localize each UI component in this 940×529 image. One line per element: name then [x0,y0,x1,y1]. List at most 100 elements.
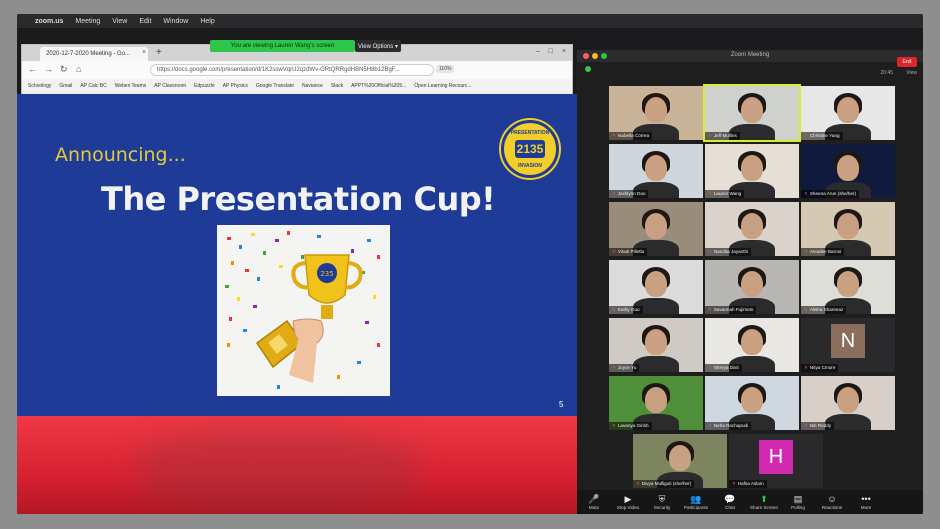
participant-tile[interactable]: ✕ Christine Yang [801,86,895,140]
muted-mic-icon: ✕ [708,249,712,254]
back-icon[interactable]: ← [28,64,37,74]
bookmark-item[interactable]: AP Classroom [154,83,186,89]
bookmark-item[interactable]: Open Learning Recourc... [414,83,471,89]
bookmark-item[interactable]: Slack [331,83,343,89]
bookmark-item[interactable]: Google Translate [256,83,294,89]
muted-mic-icon: ✕ [612,133,616,138]
bookmark-item[interactable]: Schoology [28,83,51,89]
participant-head [645,387,667,413]
participant-name-text: Savannah Fujimoto [713,307,754,312]
stop-video-label: Stop Video [616,504,640,510]
trophy-illustration: 235 [225,231,380,389]
browser-tab[interactable]: 2020-12-7-2020 Meeting - Go... [40,47,148,61]
participant-name-text: Hafsa Aslam [737,481,764,486]
participant-tile[interactable]: ✕ Divya Mulliguti (she/her) [633,434,727,488]
participant-tile[interactable]: ✕ Neha Rachapudi [705,376,799,430]
bookmark-item[interactable]: AP Calc BC [80,83,106,89]
participant-name-text: Nandita Jayanthi [713,249,749,254]
logo-center-text: 2135 [515,140,545,158]
muted-mic-icon: ✕ [708,423,712,428]
participant-head [669,445,691,471]
participant-tile[interactable]: ✕ Alisha Shareeaz [801,260,895,314]
reactions-button[interactable]: ☺ Reactions [815,494,849,511]
new-tab-icon[interactable]: + [156,47,162,58]
end-meeting-button[interactable]: End [897,57,917,67]
participant-head [741,155,763,181]
maximize-icon[interactable]: □ [549,48,553,55]
participant-tile[interactable]: ✕ Lauren Wang [705,144,799,198]
reload-icon[interactable]: ↻ [60,64,68,75]
forward-icon[interactable]: → [44,64,53,74]
participant-tile[interactable]: ✕ Joyce Yu [609,318,703,372]
polling-label: Polling [791,504,805,510]
menu-edit[interactable]: Edit [139,18,151,25]
zoom-meeting-window: Zoom Meeting 20:45 View ✕ Isabella Correa… [577,50,923,514]
reactions-icon: ☺ [827,493,837,504]
share-screen-button[interactable]: ⬆ Share Screen [747,494,781,511]
muted-mic-icon: ✕ [636,481,640,486]
participant-tile[interactable]: H ✕ Hafsa Aslam [729,434,823,488]
participant-tile[interactable]: ✕ Niti Reddy [801,376,895,430]
bookmark-item[interactable]: Gmail [59,83,72,89]
participant-name-label: ✕ Savannah Fujimoto [705,306,757,314]
tab-close-icon[interactable]: × [142,49,146,56]
bookmark-item[interactable]: APPT%20Official%205... [351,83,406,89]
svg-text:235: 235 [320,270,333,278]
stop-video-button[interactable]: ▶ Stop Video [611,494,645,511]
home-icon[interactable]: ⌂ [76,64,81,74]
mute-button[interactable]: 🎤 Mute [577,494,611,511]
muted-mic-icon: ✕ [804,365,808,370]
muted-mic-icon: ✕ [612,423,616,428]
menu-window[interactable]: Window [163,18,188,25]
participant-tile[interactable]: ✕ Isabella Correa [609,86,703,140]
participant-tile[interactable]: ✕ Savannah Fujimoto [705,260,799,314]
participant-tile[interactable]: N ✕ Nitya Cmore [801,318,895,372]
muted-mic-icon: ✕ [804,423,808,428]
participant-tile[interactable]: ✕ Kathy Guo [609,260,703,314]
participant-head [741,387,763,413]
bookmarks-bar: Schoology Gmail AP Calc BC Webex Teams A… [22,79,572,93]
security-button[interactable]: ⛨ Security [645,494,679,511]
chat-button[interactable]: 💬 Chat [713,494,747,511]
bookmark-item[interactable]: Edpuzzle [194,83,215,89]
participant-tile[interactable]: ✕ Vinati Pilletla [609,202,703,256]
participant-name-label: ✕ Alisha Shareeaz [801,306,847,314]
participant-initial-avatar: N [831,324,865,358]
participant-name-label: ✕ Isabella Correa [609,132,653,140]
menu-app-name[interactable]: zoom.us [35,18,63,25]
encryption-shield-icon[interactable] [585,66,591,72]
participant-name-text: Jeff Mullins [713,133,737,138]
zoom-level[interactable]: 110% [436,65,455,73]
view-options-button[interactable]: View Options ▾ [355,40,401,52]
participant-tile[interactable]: ✕ Annalee Barosi [801,202,895,256]
participant-tile[interactable]: ✕ Sheena Arun (she/her) [801,144,895,198]
participant-tile[interactable]: ✕ Nandita Jayanthi [705,202,799,256]
participant-tile[interactable]: ✕ Jeff Mullins [703,84,801,142]
gallery-view-button[interactable]: View [906,70,917,76]
menu-view[interactable]: View [112,18,127,25]
more-button[interactable]: ••• More [849,494,883,511]
bookmark-item[interactable]: AP Physics [223,83,248,89]
close-icon[interactable]: × [562,48,566,55]
zoom-window-title: Zoom Meeting [730,52,770,58]
zoom-control-bar: 🎤 Mute ▶ Stop Video ⛨ Security 👥 Participants 💬 C… [577,490,923,514]
menu-help[interactable]: Help [200,18,214,25]
participants-button[interactable]: 👥 Participants [679,494,713,511]
more-label: More [860,504,872,510]
minimize-icon[interactable]: – [536,48,540,55]
participant-tile[interactable]: ✕ Jacklynn Dao [609,144,703,198]
participant-head [741,271,763,297]
polling-button[interactable]: ▤ Polling [781,494,815,511]
participant-name-label: ✕ Joyce Yu [609,364,640,372]
slide-announce-text: Announcing... [55,144,186,166]
bookmark-item[interactable]: Naviance [302,83,323,89]
share-screen-label: Share Screen [749,504,779,510]
participant-tile[interactable]: ✕ Lavanya Girish [609,376,703,430]
participant-tile[interactable]: ✕ Shreya Dixit [705,318,799,372]
muted-mic-icon: ✕ [804,133,808,138]
bookmark-item[interactable]: Webex Teams [115,83,147,89]
participant-name-label: ✕ Vinati Pilletla [609,248,648,256]
reactions-label: Reactions [821,504,843,510]
url-field[interactable]: https://docs.google.com/presentation/d/1… [150,64,434,76]
menu-meeting[interactable]: Meeting [75,18,100,25]
